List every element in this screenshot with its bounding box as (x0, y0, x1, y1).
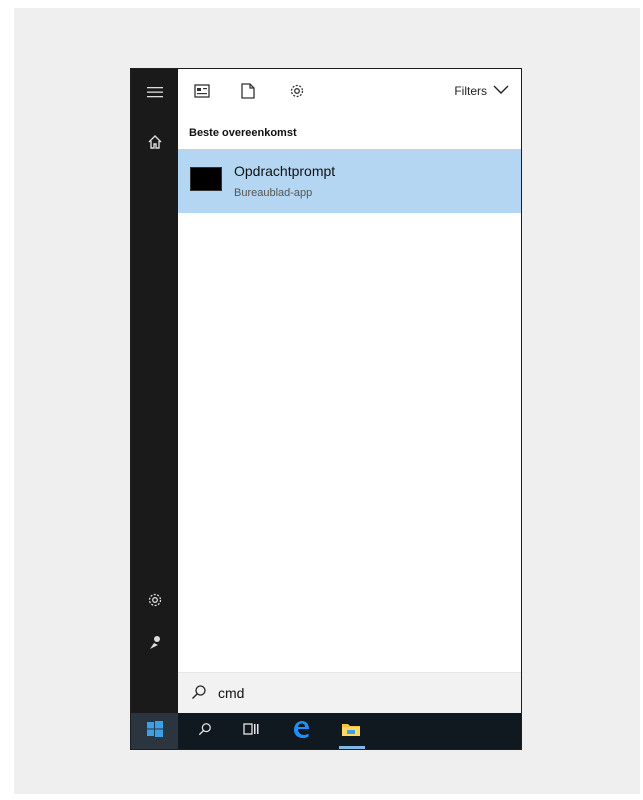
search-icon (191, 684, 207, 705)
best-match-result[interactable]: Opdrachtprompt Bureaublad-app (178, 149, 521, 213)
left-rail (131, 69, 178, 713)
search-window: Filters Beste overeenkomst Opdrachtpromp… (130, 68, 522, 750)
toolbar: Filters (178, 69, 521, 113)
edge-button[interactable] (288, 713, 314, 749)
start-button[interactable] (131, 713, 178, 749)
file-explorer-icon (341, 721, 361, 742)
filters-button[interactable]: Filters (454, 82, 509, 100)
user-icon[interactable] (131, 627, 178, 657)
search-input[interactable]: cmd (178, 672, 521, 713)
apps-icon[interactable] (192, 81, 212, 101)
taskbar-search-button[interactable] (193, 713, 217, 749)
search-panel: Filters Beste overeenkomst Opdrachtpromp… (178, 69, 521, 713)
task-view-icon (243, 722, 259, 741)
filters-label: Filters (454, 84, 487, 98)
search-query: cmd (218, 685, 245, 701)
best-match-heading: Beste overeenkomst (189, 127, 297, 139)
document-icon[interactable] (238, 81, 258, 101)
edge-icon (291, 719, 311, 744)
task-view-button[interactable] (239, 713, 263, 749)
explorer-active-indicator (339, 746, 365, 749)
windows-logo-icon (146, 720, 163, 742)
hamburger-icon[interactable] (131, 77, 178, 107)
file-explorer-button[interactable] (338, 713, 364, 749)
gear-icon[interactable] (287, 81, 307, 101)
chevron-down-icon (493, 84, 509, 98)
result-subtitle: Bureaublad-app (234, 187, 313, 199)
home-icon[interactable] (131, 127, 178, 157)
search-icon (198, 722, 212, 741)
result-title: Opdrachtprompt (234, 163, 336, 179)
command-prompt-icon (190, 167, 222, 191)
gear-icon[interactable] (131, 585, 178, 615)
taskbar (131, 713, 521, 749)
